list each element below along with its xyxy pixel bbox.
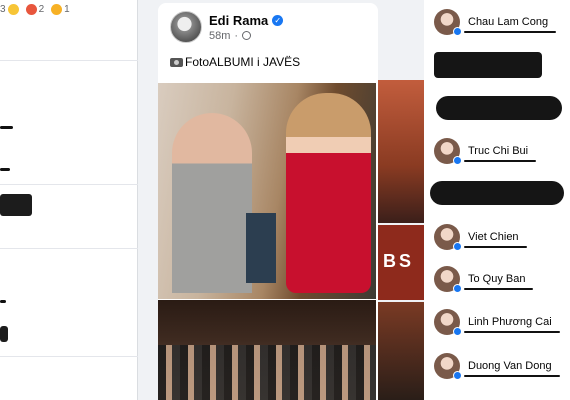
photo-subject-man xyxy=(172,113,252,293)
reaction-haha-count: 3 xyxy=(0,4,6,15)
post-caption: FotoALBUMI i JAVËS xyxy=(185,55,301,69)
online-status-icon xyxy=(453,242,462,251)
contact-item[interactable]: Linh Phương Cai xyxy=(434,309,560,336)
online-status-icon xyxy=(453,156,462,165)
photo-right-column: BS xyxy=(378,80,424,400)
online-status-icon xyxy=(453,284,462,293)
reaction-angry[interactable]: 2 xyxy=(25,4,45,15)
divider xyxy=(0,248,138,249)
post-time[interactable]: 58m xyxy=(209,30,230,42)
divider xyxy=(0,184,138,185)
contact-name: Viet Chien xyxy=(464,231,527,248)
redaction-blob xyxy=(0,194,32,216)
contact-name: To Quy Ban xyxy=(463,273,535,290)
photo-right-bottom[interactable] xyxy=(378,302,424,400)
contact-item[interactable]: To Quy Ban xyxy=(434,266,535,293)
photo-right-middle[interactable]: BS xyxy=(378,225,424,300)
photo-right-top[interactable] xyxy=(378,80,424,223)
contact-item[interactable]: Viet Chien xyxy=(434,224,527,251)
post-header: Edi Rama ✓ 58m · xyxy=(170,11,284,43)
contact-name: Linh Phương Cai xyxy=(464,316,560,333)
reaction-haha[interactable]: 3 xyxy=(0,4,19,15)
globe-icon xyxy=(242,31,252,40)
contact-avatar xyxy=(434,9,462,36)
online-status-icon xyxy=(453,27,462,36)
contact-item[interactable]: Truc Chi Bui xyxy=(434,138,537,165)
redaction-mark xyxy=(0,168,10,171)
reaction-summary[interactable]: 3 2 1 xyxy=(0,4,70,15)
online-status-icon xyxy=(453,327,462,336)
wow-icon xyxy=(51,4,63,15)
redacted-contact xyxy=(436,96,562,120)
left-feed-panel: 3 2 1 xyxy=(0,0,138,400)
reaction-wow-count: 1 xyxy=(64,4,70,15)
divider xyxy=(0,60,138,61)
redacted-contact xyxy=(430,181,564,205)
online-status-icon xyxy=(453,371,462,380)
verified-badge-icon: ✓ xyxy=(272,14,284,26)
reaction-wow[interactable]: 1 xyxy=(51,4,70,15)
contact-name: Chau Lam Cong xyxy=(463,16,557,33)
reaction-angry-count: 2 xyxy=(38,4,45,15)
contact-name: Duong Van Dong xyxy=(464,360,560,377)
author-avatar[interactable] xyxy=(170,11,202,43)
contact-avatar xyxy=(434,224,462,251)
divider xyxy=(0,356,138,357)
contact-item[interactable]: Chau Lam Cong xyxy=(434,9,557,36)
crowd-texture xyxy=(158,345,376,400)
author-name[interactable]: Edi Rama xyxy=(209,13,268,28)
post-text: FotoALBUMI i JAVËS xyxy=(170,55,300,69)
photo-crowd[interactable] xyxy=(158,300,376,400)
camera-icon xyxy=(170,57,183,67)
redacted-contact xyxy=(434,52,542,78)
contact-name: Truc Chi Bui xyxy=(463,145,537,162)
haha-icon xyxy=(7,4,19,15)
photo-main[interactable] xyxy=(158,83,376,299)
redaction-mark xyxy=(0,126,13,129)
photo-background-poster xyxy=(246,213,276,283)
separator: · xyxy=(234,29,239,42)
redaction-blob xyxy=(0,326,8,342)
post-card: Edi Rama ✓ 58m · FotoALBUMI i JAVËS xyxy=(158,3,378,400)
photo-overlay-text: BS xyxy=(383,251,415,271)
contact-avatar xyxy=(434,309,462,336)
contact-avatar xyxy=(434,353,462,380)
angry-icon xyxy=(25,4,37,15)
contact-avatar xyxy=(434,138,462,165)
contact-avatar xyxy=(434,266,462,293)
photo-subject-girl xyxy=(286,93,371,293)
redaction-mark xyxy=(0,300,6,303)
contact-item[interactable]: Duong Van Dong xyxy=(434,353,560,380)
contacts-sidebar: Chau Lam Cong Truc Chi Bui Viet Chien To… xyxy=(424,0,570,400)
